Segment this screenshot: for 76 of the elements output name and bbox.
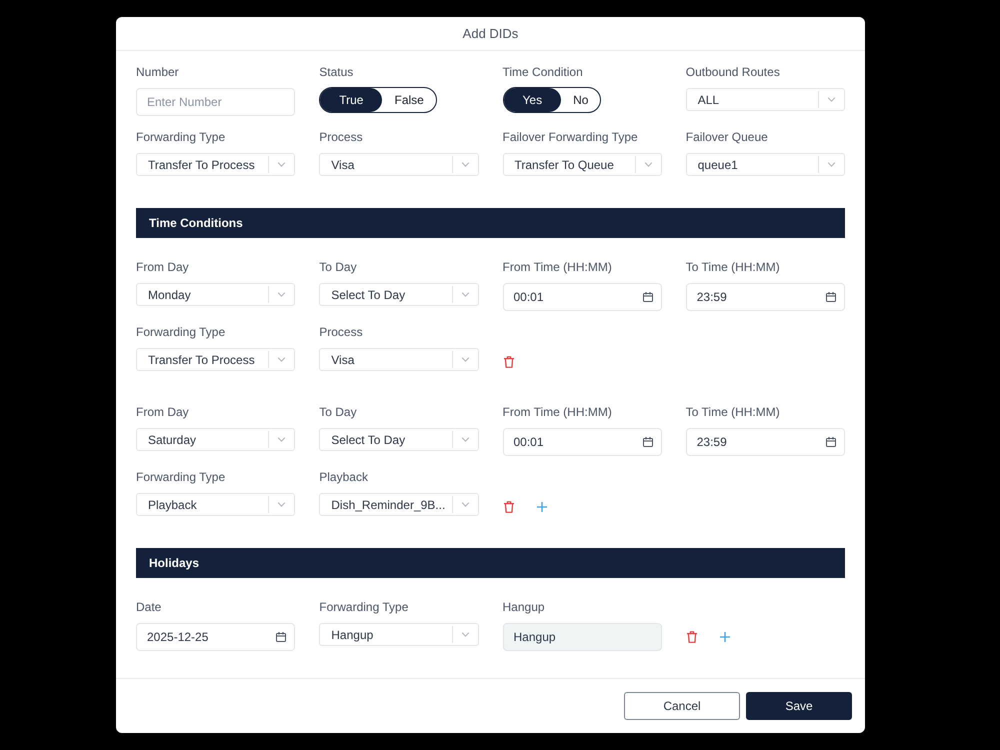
field-label: Date: [136, 600, 162, 614]
field-label: From Day: [136, 405, 190, 419]
chevron-down-icon: [277, 162, 286, 167]
chevron-down-icon: [460, 357, 470, 362]
field-label: To Time (HH:MM): [686, 405, 781, 419]
field-label: Failover Queue: [686, 130, 769, 144]
field-label: From Time (HH:MM): [502, 260, 613, 274]
dropdown[interactable]: Transfer To Process: [136, 348, 296, 371]
dropdown[interactable]: Playback: [136, 493, 296, 516]
field-label: To Day: [319, 260, 358, 274]
field-label: Hangup: [502, 600, 546, 614]
field-label: From Time (HH:MM): [502, 405, 613, 419]
field-label: Time Condition: [502, 65, 584, 79]
cancel-button[interactable]: Cancel: [624, 692, 740, 720]
toggle-option[interactable]: True: [320, 88, 382, 112]
time-field[interactable]: 23:59: [686, 283, 845, 311]
field-label: Status: [319, 65, 354, 79]
field-label: Playback: [319, 470, 369, 484]
chevron-down-icon: [827, 97, 836, 102]
dropdown[interactable]: Select To Day: [319, 283, 478, 306]
trash-icon[interactable]: [686, 631, 697, 643]
chevron-down-icon: [644, 162, 653, 167]
dropdown[interactable]: Monday: [136, 283, 296, 306]
chevron-down-icon: [460, 292, 470, 297]
time-field[interactable]: 00:01: [502, 283, 662, 311]
field-label: Outbound Routes: [686, 65, 781, 79]
chevron-down-icon: [460, 437, 470, 442]
trash-icon[interactable]: [504, 356, 514, 368]
chevron-down-icon: [827, 162, 836, 167]
plus-icon[interactable]: [720, 632, 730, 642]
calendar-icon: [826, 292, 836, 302]
trash-icon[interactable]: [504, 501, 514, 513]
dropdown[interactable]: Select To Day: [319, 428, 478, 451]
field-label: Forwarding Type: [136, 470, 226, 484]
dropdown[interactable]: Visa: [319, 153, 478, 176]
field-label: Number: [136, 65, 180, 79]
field-label: Failover Forwarding Type: [502, 130, 639, 144]
dropdown[interactable]: Hangup: [319, 623, 478, 646]
calendar-icon: [642, 292, 653, 302]
date-field[interactable]: 2025-12-25: [136, 623, 296, 651]
time-field[interactable]: 00:01: [502, 428, 662, 456]
section-title: Time Conditions: [149, 216, 243, 230]
field-label: From Day: [136, 260, 190, 274]
field-label: Forwarding Type: [136, 130, 226, 144]
dropdown[interactable]: queue1: [686, 153, 845, 176]
field-label: Process: [319, 325, 364, 339]
chevron-down-icon: [277, 357, 286, 362]
chevron-down-icon: [460, 162, 470, 167]
field-label: Forwarding Type: [319, 600, 410, 614]
dialog-title: Add DIDs: [462, 26, 518, 41]
chevron-down-icon: [277, 502, 286, 507]
text-field[interactable]: Enter Number: [136, 88, 296, 116]
field-label: To Day: [319, 405, 358, 419]
toggle-option[interactable]: No: [561, 88, 600, 112]
field-label: Forwarding Type: [136, 325, 226, 339]
dropdown[interactable]: ALL: [686, 88, 845, 111]
dropdown[interactable]: Saturday: [136, 428, 296, 451]
field-label: Process: [319, 130, 364, 144]
plus-icon[interactable]: [536, 502, 546, 512]
field-label: To Time (HH:MM): [686, 260, 781, 274]
dropdown[interactable]: Dish_Reminder_9B...: [319, 493, 478, 516]
toggle-option[interactable]: False: [382, 88, 436, 112]
chevron-down-icon: [460, 632, 470, 637]
save-button[interactable]: Save: [746, 692, 852, 720]
dropdown[interactable]: Transfer To Process: [136, 153, 296, 176]
time-field[interactable]: 23:59: [686, 428, 845, 456]
calendar-icon: [276, 632, 286, 642]
calendar-icon: [826, 437, 836, 447]
toggle-option[interactable]: Yes: [504, 88, 562, 112]
calendar-icon: [642, 437, 653, 447]
chevron-down-icon: [277, 292, 286, 297]
section-title: Holidays: [149, 556, 200, 570]
dropdown[interactable]: Transfer To Queue: [502, 153, 662, 176]
chevron-down-icon: [277, 437, 286, 442]
chevron-down-icon: [460, 502, 470, 507]
dropdown[interactable]: Visa: [319, 348, 478, 371]
